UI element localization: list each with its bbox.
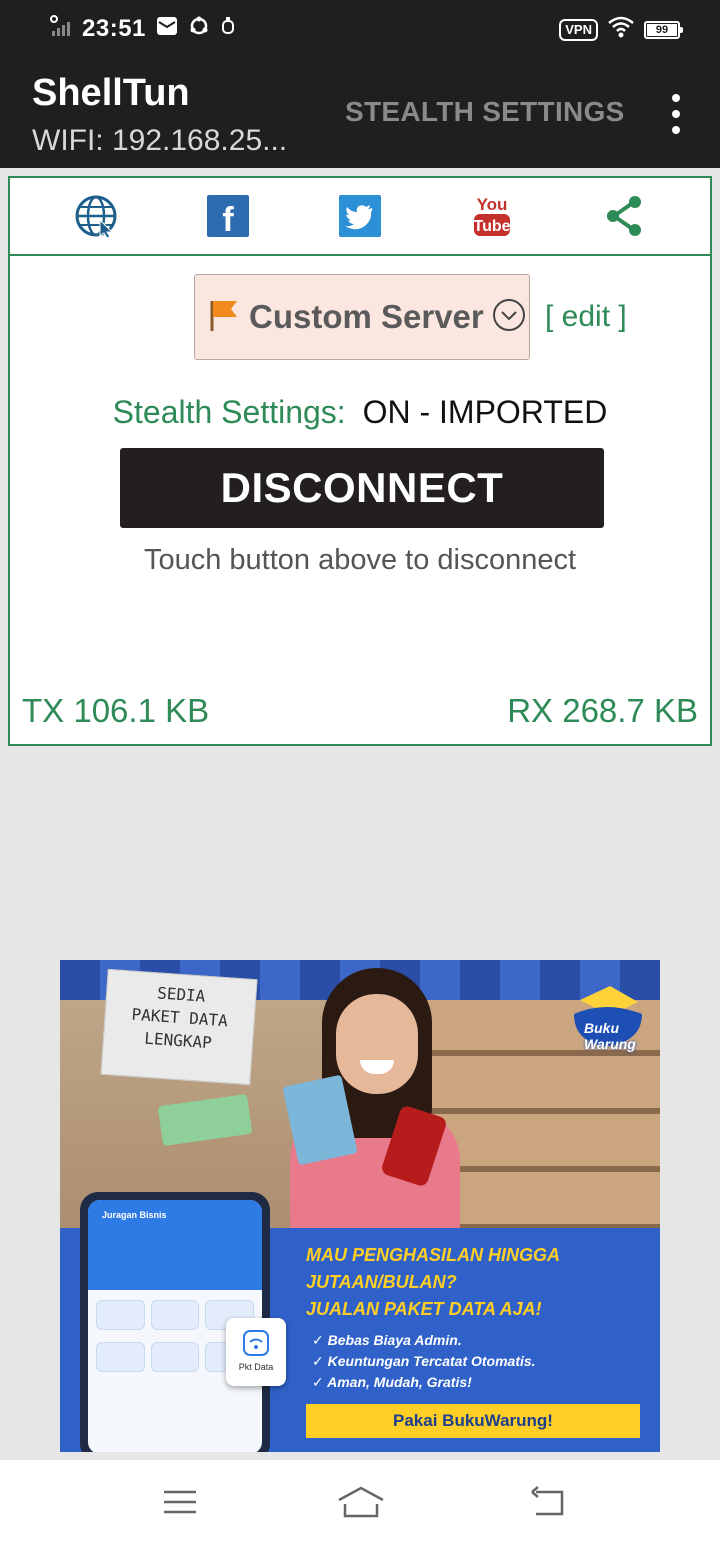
battery-icon: 99 bbox=[644, 20, 683, 39]
server-label: Custom Server bbox=[249, 298, 484, 335]
home-icon[interactable] bbox=[336, 1482, 386, 1522]
youtube-top-text: You bbox=[477, 195, 508, 214]
vpn-badge: VPN bbox=[559, 18, 598, 41]
status-bar: 23:51 VPN 99 bbox=[0, 0, 720, 58]
stealth-status-value: ON - IMPORTED bbox=[362, 394, 608, 430]
ad-cash-hand bbox=[157, 1093, 253, 1147]
flag-icon bbox=[207, 297, 241, 338]
social-bar: f You Tube bbox=[8, 176, 712, 256]
system-nav-bar bbox=[0, 1460, 720, 1544]
battery-level: 99 bbox=[647, 23, 677, 36]
disconnect-button[interactable]: DISCONNECT bbox=[120, 448, 604, 528]
app-title: ShellTun bbox=[32, 72, 190, 114]
menu-icon[interactable] bbox=[160, 1482, 200, 1522]
globe-icon[interactable] bbox=[74, 194, 118, 238]
ad-cta-button[interactable]: Pakai BukuWarung! bbox=[306, 1404, 640, 1438]
connection-subtitle: WIFI: 192.168.25... bbox=[32, 124, 288, 157]
ad-phone-title: Juragan Bisnis bbox=[102, 1210, 167, 1220]
overflow-menu-icon[interactable] bbox=[664, 94, 688, 134]
stealth-status-label: Stealth Settings: bbox=[112, 394, 346, 430]
headline-line: JUTAAN/BULAN? bbox=[306, 1272, 457, 1292]
disconnect-hint: Touch button above to disconnect bbox=[143, 544, 577, 576]
tx-counter: TX 106.1 KB bbox=[22, 692, 210, 729]
sync-icon bbox=[188, 15, 210, 42]
edit-server-link[interactable]: [ edit ] bbox=[545, 300, 627, 334]
stealth-settings-button[interactable]: STEALTH SETTINGS bbox=[345, 96, 625, 128]
signal-icon bbox=[48, 14, 72, 43]
back-icon[interactable] bbox=[528, 1482, 568, 1522]
logo-text: Buku Warung bbox=[584, 1020, 636, 1052]
mail-icon bbox=[156, 16, 178, 41]
benefit-item: Keuntungan Tercatat Otomatis. bbox=[312, 1351, 652, 1372]
rx-counter: RX 268.7 KB bbox=[507, 692, 698, 729]
bukuwarung-logo: Buku Warung bbox=[566, 980, 646, 1052]
ad-benefits: Bebas Biaya Admin. Keuntungan Tercatat O… bbox=[312, 1330, 652, 1393]
ad-banner[interactable]: SEDIA PAKET DATA LENGKAP Buku Warung Jur… bbox=[60, 960, 660, 1452]
benefit-item: Aman, Mudah, Gratis! bbox=[312, 1372, 652, 1393]
youtube-bottom-text: Tube bbox=[473, 218, 510, 235]
ad-paket-data-card: Pkt Data bbox=[226, 1318, 286, 1386]
stealth-status: Stealth Settings: ON - IMPORTED bbox=[10, 394, 710, 431]
youtube-icon[interactable]: You Tube bbox=[470, 194, 514, 238]
server-selector[interactable]: Custom Server bbox=[194, 274, 530, 360]
facebook-letter: f bbox=[222, 201, 234, 237]
ad-paket-label: Pkt Data bbox=[238, 1362, 274, 1372]
ad-headline: MAU PENGHASILAN HINGGA JUTAAN/BULAN? JUA… bbox=[306, 1242, 646, 1323]
ad-sign: SEDIA PAKET DATA LENGKAP bbox=[100, 968, 258, 1086]
usb-icon bbox=[220, 15, 236, 42]
chevron-down-icon bbox=[492, 298, 526, 337]
clock: 23:51 bbox=[82, 14, 146, 42]
benefit-item: Bebas Biaya Admin. bbox=[312, 1330, 652, 1351]
connection-card: Custom Server [ edit ] Stealth Settings:… bbox=[8, 254, 712, 746]
headline-line: JUALAN PAKET DATA AJA! bbox=[306, 1299, 542, 1319]
share-icon[interactable] bbox=[602, 194, 646, 238]
twitter-icon[interactable] bbox=[338, 194, 382, 238]
facebook-icon[interactable]: f bbox=[206, 194, 250, 238]
headline-line: MAU PENGHASILAN HINGGA bbox=[306, 1245, 561, 1265]
wifi-icon bbox=[608, 16, 634, 43]
app-bar: ShellTun WIFI: 192.168.25... STEALTH SET… bbox=[0, 58, 720, 168]
